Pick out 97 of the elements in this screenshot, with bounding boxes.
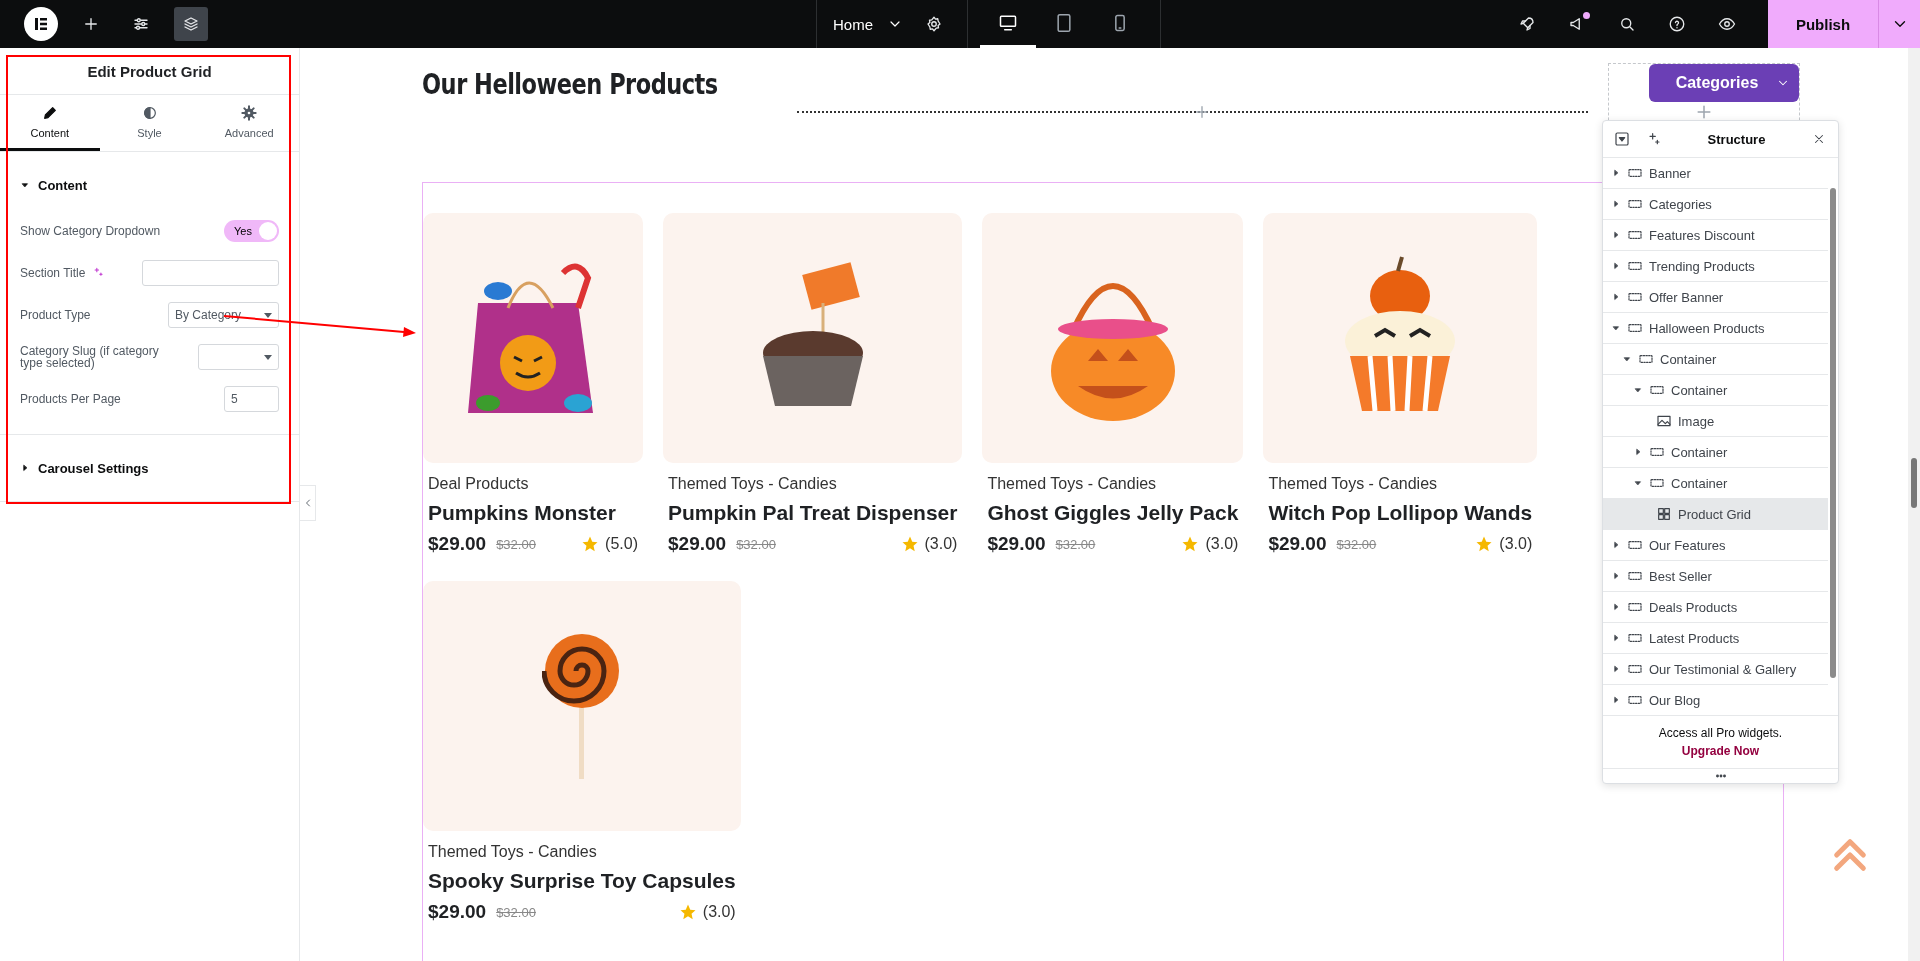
structure-item[interactable]: Features Discount [1603, 220, 1828, 251]
product-price: $29.00 [668, 533, 727, 555]
product-rating: (3.0) [702, 903, 736, 921]
structure-item[interactable]: Container [1603, 375, 1828, 406]
panel-tab[interactable]: Style [99, 95, 200, 151]
field-label: Category Slug (if category type selected) [20, 345, 160, 369]
toggle-switch[interactable]: Yes [224, 220, 279, 242]
page-selector[interactable]: Home [833, 15, 903, 33]
close-icon [1812, 132, 1826, 146]
section-header[interactable]: Carousel Settings [0, 435, 299, 501]
section-heading: Our Helloween Products [422, 67, 719, 102]
old-price: $32.00 [1055, 536, 1096, 552]
product-price: $29.00 [428, 901, 487, 923]
product-title[interactable]: Spooky Surprise Toy Capsules [428, 869, 736, 893]
logo-icon[interactable] [24, 7, 58, 41]
caret-right-icon [20, 463, 30, 473]
panel-tab[interactable]: Content [0, 95, 100, 151]
product-image[interactable] [663, 213, 963, 463]
structure-item[interactable]: Latest Products [1603, 623, 1828, 654]
product-title[interactable]: Pumpkins Monster [428, 501, 638, 525]
upgrade-link[interactable]: Upgrade Now [1681, 744, 1760, 758]
plus-icon [82, 15, 100, 33]
field-label: Products Per Page [20, 392, 121, 406]
select-field[interactable] [198, 344, 279, 370]
help-icon [1668, 15, 1686, 33]
caret-down-icon [20, 180, 30, 190]
structure-item[interactable]: Trending Products [1603, 251, 1828, 282]
text-field[interactable] [142, 260, 279, 286]
star-icon [1181, 535, 1200, 553]
structure-item[interactable]: Product Grid [1603, 499, 1828, 530]
old-price: $32.00 [1336, 536, 1377, 552]
field-label: Show Category Dropdown [20, 224, 161, 238]
star-icon [678, 903, 697, 921]
product-rating: (3.0) [924, 535, 958, 553]
structure-item[interactable]: Container [1603, 344, 1828, 375]
gear-icon [241, 104, 258, 121]
product-price: $29.00 [428, 533, 487, 555]
panel-tab[interactable]: Advanced [199, 95, 299, 151]
collapse-all-button[interactable] [1613, 130, 1631, 148]
caret-down-icon [264, 312, 272, 318]
structure-title: Structure [1706, 131, 1767, 147]
dropdown-box-icon [1614, 131, 1630, 147]
product-rating: (3.0) [1205, 535, 1239, 553]
field-label: Product Type [20, 308, 91, 322]
structure-item[interactable]: Container [1603, 468, 1828, 499]
grid-icon [1656, 506, 1672, 522]
product-title[interactable]: Ghost Giggles Jelly Pack [987, 501, 1239, 525]
product-category: Themed Toys - Candies [668, 475, 838, 493]
structure-item[interactable]: Container [1603, 437, 1828, 468]
section-header[interactable]: Content [0, 152, 299, 218]
star-icon [581, 535, 600, 553]
image-icon [1656, 413, 1672, 429]
structure-item[interactable]: Categories [1603, 189, 1828, 220]
product-price: $29.00 [1268, 533, 1327, 555]
product-title[interactable]: Witch Pop Lollipop Wands [1268, 501, 1533, 525]
scrollbar-thumb[interactable] [1830, 188, 1836, 678]
publish-button[interactable]: Publish [1768, 0, 1878, 48]
product-category: Themed Toys - Candies [428, 843, 598, 861]
old-price: $32.00 [496, 904, 536, 920]
product-category: Deal Products [428, 475, 530, 493]
gear-icon [925, 15, 943, 33]
old-price: $32.00 [496, 536, 536, 552]
layers-button[interactable] [174, 7, 208, 41]
structure-item[interactable]: Deals Products [1603, 592, 1828, 623]
star-icon [900, 535, 919, 553]
pencil-icon [41, 104, 58, 121]
promo-text: Access all Pro widgets. Upgrade Now [1603, 715, 1838, 768]
panel-title: Edit Product Grid [0, 48, 299, 95]
structure-item[interactable]: Our Testimonial & Gallery [1603, 654, 1828, 685]
old-price: $32.00 [736, 536, 776, 552]
product-rating: (3.0) [1499, 535, 1533, 553]
structure-item[interactable]: Offer Banner [1603, 282, 1828, 313]
structure-item[interactable]: Image [1603, 406, 1828, 437]
sparkle-icon [1646, 131, 1662, 147]
tablet-icon [1054, 12, 1074, 33]
sliders-icon [132, 15, 150, 33]
categories-dropdown[interactable]: Categories [1649, 64, 1799, 102]
structure-item[interactable]: Our Features [1603, 530, 1828, 561]
eye-icon [1718, 15, 1736, 33]
product-rating: (5.0) [605, 535, 638, 553]
product-category: Themed Toys - Candies [1268, 475, 1439, 493]
product-image[interactable] [423, 213, 643, 463]
product-category: Themed Toys - Candies [987, 475, 1158, 493]
structure-item[interactable]: Best Seller [1603, 561, 1828, 592]
scrollbar-thumb[interactable] [1911, 458, 1917, 508]
structure-item[interactable]: Banner [1603, 158, 1828, 189]
structure-item[interactable]: Halloween Products [1603, 313, 1828, 344]
search-icon [1618, 15, 1636, 33]
number-field[interactable]: 5 [224, 386, 279, 412]
field-label: Section Title [20, 266, 106, 280]
star-icon [1475, 535, 1494, 553]
product-title[interactable]: Pumpkin Pal Treat Dispenser [668, 501, 958, 525]
product-price: $29.00 [987, 533, 1046, 555]
caret-down-icon [264, 354, 272, 360]
contrast-icon [141, 104, 158, 121]
select-field[interactable]: By Category [168, 302, 279, 328]
layers-icon [182, 15, 200, 33]
